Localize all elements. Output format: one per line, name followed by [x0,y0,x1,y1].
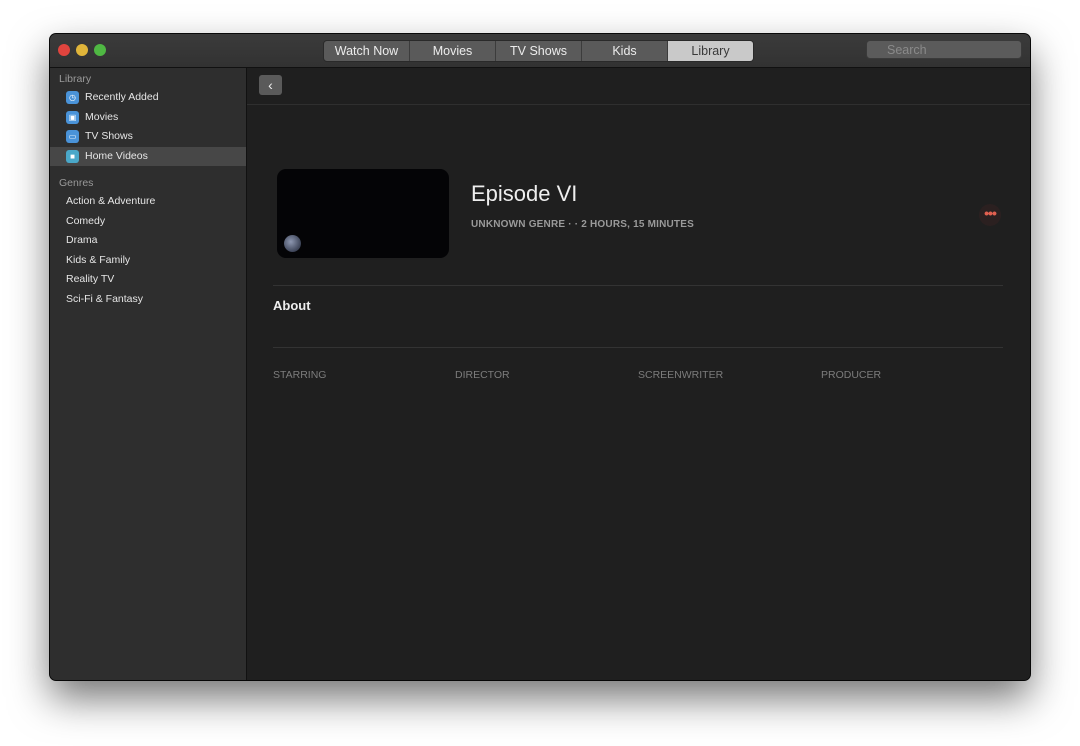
credit-producer-label: PRODUCER [821,369,882,381]
credit-starring-label: STARRING [273,369,327,381]
sidebar-genre-comedy[interactable]: Comedy [50,212,246,232]
credit-screenwriter-label: SCREENWRITER [638,369,724,381]
sidebar: Library ◷ Recently Added ▣ Movies ▭ TV S… [50,68,247,680]
sidebar-genre-sci-fi-fantasy[interactable]: Sci-Fi & Fantasy [50,290,246,310]
clock-icon: ◷ [66,91,79,105]
sidebar-item-label: TV Shows [85,130,133,142]
search-field[interactable] [866,40,1022,59]
thumbnail-planet-image [284,235,301,252]
video-camera-icon: ■ [66,149,79,163]
divider [273,285,1003,286]
chevron-left-icon: ‹ [268,77,273,93]
minimize-window-button[interactable] [76,44,88,56]
app-window: Watch Now Movies TV Shows Kids Library L… [50,34,1030,680]
credit-director-label: DIRECTOR [455,369,510,381]
video-metadata: UNKNOWN GENRE · · 2 HOURS, 15 MINUTES [471,219,694,230]
sidebar-item-recently-added[interactable]: ◷ Recently Added [50,88,246,108]
sidebar-heading-genres: Genres [59,177,94,189]
ellipsis-icon: ••• [984,205,997,221]
sidebar-item-movies[interactable]: ▣ Movies [50,108,246,128]
tab-watch-now[interactable]: Watch Now [324,41,410,61]
sidebar-genre-drama[interactable]: Drama [50,231,246,251]
divider [273,347,1003,348]
sidebar-genre-action-adventure[interactable]: Action & Adventure [50,192,246,212]
search-input[interactable] [867,41,1021,59]
video-title: Episode VI [471,181,578,206]
film-icon: ▣ [66,110,79,124]
sidebar-genre-reality-tv[interactable]: Reality TV [50,270,246,290]
detail-pane: ‹ Episode VI UNKNOWN GENRE · · 2 HOURS, … [247,68,1030,680]
video-thumbnail[interactable] [277,169,449,258]
back-button[interactable]: ‹ [259,75,282,95]
sidebar-item-tv-shows[interactable]: ▭ TV Shows [50,127,246,147]
title-bar: Watch Now Movies TV Shows Kids Library [50,34,1030,68]
tv-icon: ▭ [66,130,79,144]
detail-toolbar: ‹ [247,68,1030,105]
more-options-button[interactable]: ••• [979,204,1001,226]
close-window-button[interactable] [58,44,70,56]
about-heading: About [273,298,311,313]
tab-kids[interactable]: Kids [582,41,668,61]
main-navigation-tabs: Watch Now Movies TV Shows Kids Library [323,40,754,62]
sidebar-item-label: Movies [85,110,119,123]
sidebar-item-home-videos[interactable]: ■ Home Videos [50,146,246,166]
sidebar-item-label: Recently Added [85,91,159,103]
sidebar-genre-kids-family[interactable]: Kids & Family [50,251,246,271]
maximize-window-button[interactable] [94,44,106,56]
sidebar-item-label: Home Videos [85,149,148,162]
sidebar-heading-library: Library [59,73,92,85]
tab-tv-shows[interactable]: TV Shows [496,41,582,61]
tab-library[interactable]: Library [668,41,753,61]
tab-movies[interactable]: Movies [410,41,496,61]
